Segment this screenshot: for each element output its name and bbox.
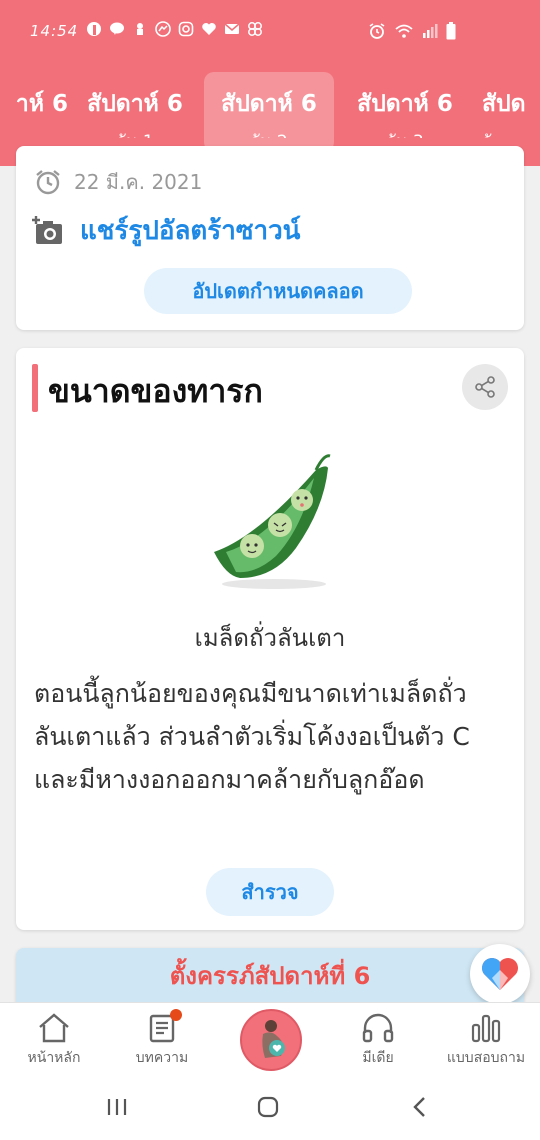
- title-accent-bar: [32, 364, 38, 412]
- status-bar: 14:54: [0, 18, 540, 50]
- status-time: 14:54: [30, 22, 79, 40]
- baby-size-description: ตอนนี้ลูกน้อยของคุณมีขนาดเท่าเมล็ดถั่วลั…: [34, 679, 470, 794]
- tab-day: วั: [482, 128, 540, 138]
- recent-apps-icon: [107, 1099, 127, 1115]
- share-ultrasound-label: แชร์รูปอัลตร้าซาวน์: [80, 216, 301, 246]
- nav-media[interactable]: มีเดีย: [328, 1013, 428, 1069]
- tab-day: [0, 128, 68, 138]
- baby-size-card: ขนาดของทารก เมล็ดถั่วลันเตา ตอนนี้ลูกน้อ…: [16, 348, 524, 930]
- wifi-icon: [395, 24, 413, 38]
- bottom-navigation: หน้าหลัก บทความ มีเดีย แบบสอบถาม: [0, 1002, 540, 1079]
- nav-media-label: มีเดีย: [362, 1050, 394, 1066]
- nav-survey[interactable]: แบบสอบถาม: [436, 1013, 536, 1069]
- signal-icon: [423, 24, 438, 38]
- tab-title: สัปดาห์ 6: [221, 91, 317, 117]
- heart-icon: [202, 23, 216, 35]
- tab-title: สัปดาห์ 6: [357, 91, 453, 117]
- alarm-icon: [369, 23, 385, 39]
- tab-week-6-day-3[interactable]: สัปดาห์ 6 วัน 3: [340, 72, 470, 152]
- app-header: 14:54 าห์ 6 สัปดาห์ 6 วัน 1: [0, 0, 540, 166]
- fruit-name: เมล็ดถั่วลันเตา: [194, 624, 346, 652]
- notification-dot: [170, 1009, 182, 1021]
- battery-icon: [446, 22, 456, 40]
- heart-icon: [482, 958, 518, 990]
- tab-day: วัน 1: [70, 128, 200, 138]
- tab-day: วัน 3: [340, 128, 470, 138]
- due-date-card: 22 มี.ค. 2021 แชร์รูปอัลตร้าซาวน์ อัปเดต…: [16, 146, 524, 330]
- pea-illustration: [196, 448, 346, 598]
- messenger-icon: [155, 21, 171, 37]
- back-chevron-icon: [413, 1097, 425, 1117]
- system-status-icons: [368, 22, 456, 40]
- baby-size-title: ขนาดของทารก: [48, 372, 263, 410]
- recent-apps-button[interactable]: [106, 1096, 128, 1122]
- tab-week-6-day-1[interactable]: สัปดาห์ 6 วัน 1: [70, 72, 200, 152]
- alarm-clock-icon: [36, 170, 60, 195]
- mail-icon: [224, 23, 240, 34]
- tab-title: สัปด: [482, 91, 526, 117]
- back-button[interactable]: [410, 1096, 430, 1122]
- bar-chart-icon: [471, 1014, 501, 1043]
- tab-day: วัน 2: [204, 128, 334, 138]
- home-button[interactable]: [256, 1096, 280, 1122]
- share-ultrasound-link[interactable]: แชร์รูปอัลตร้าซาวน์: [32, 210, 300, 251]
- nav-articles[interactable]: บทความ: [112, 1009, 212, 1069]
- explore-button[interactable]: สำรวจ: [206, 868, 334, 916]
- pinwheel-icon: [248, 22, 262, 36]
- home-icon: [39, 1013, 69, 1043]
- system-navigation-bar: [0, 1078, 540, 1140]
- instagram-icon: [178, 21, 194, 37]
- notification-icons: [86, 21, 263, 37]
- nav-articles-label: บทความ: [135, 1050, 189, 1066]
- nav-home-label: หน้าหลัก: [27, 1050, 81, 1066]
- add-photo-icon: [32, 215, 62, 244]
- update-due-date-button[interactable]: อัปเดตกำหนดคลอด: [144, 268, 412, 314]
- share-icon: [475, 376, 495, 398]
- tab-week-6-day-4[interactable]: สัปด วั: [474, 72, 540, 152]
- floating-heart-button[interactable]: [470, 944, 530, 1004]
- nav-survey-label: แบบสอบถาม: [446, 1050, 526, 1066]
- tab-title: าห์ 6: [15, 91, 68, 117]
- tab-week-6-day-2[interactable]: สัปดาห์ 6 วัน 2: [204, 72, 334, 152]
- share-button[interactable]: [462, 364, 508, 410]
- app-notification-icon: [137, 23, 143, 35]
- tab-title: สัปดาห์ 6: [87, 91, 183, 117]
- pregnant-mother-icon: [262, 1020, 285, 1058]
- home-circle-icon: [257, 1096, 279, 1118]
- facebook-icon: [87, 22, 101, 36]
- line-icon: [110, 22, 124, 35]
- promo-title: ตั้งครรภ์สัปดาห์ที่ 6: [169, 962, 371, 990]
- headphones-icon: [362, 1013, 394, 1043]
- nav-home[interactable]: หน้าหลัก: [4, 1013, 104, 1069]
- due-date-row: 22 มี.ค. 2021: [34, 166, 202, 198]
- nav-pregnancy-center[interactable]: [240, 1009, 302, 1071]
- tab-week-6-day-0[interactable]: าห์ 6: [0, 72, 68, 152]
- due-date-text: 22 มี.ค. 2021: [74, 170, 203, 194]
